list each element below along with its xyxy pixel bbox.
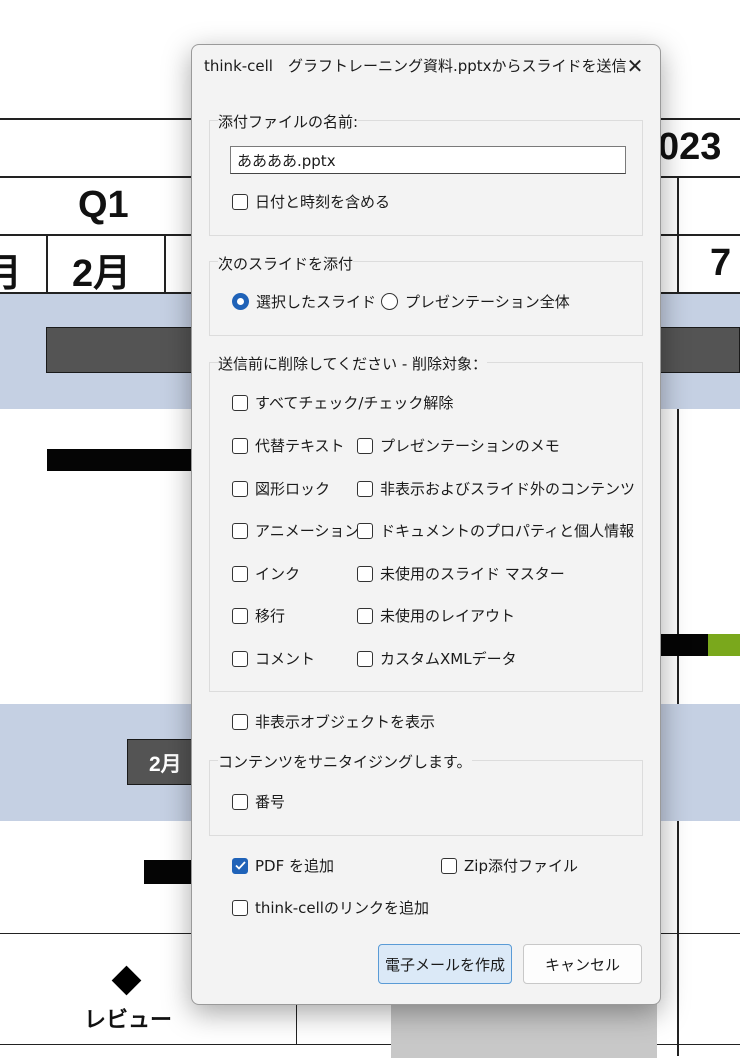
check-all-checkbox[interactable]: すべてチェック/チェック解除 [232,392,453,413]
checkbox-label: 非表示およびスライド外のコンテンツ [380,480,636,498]
checkbox-label: コメント [255,650,316,668]
radio-circle [381,293,398,310]
checkbox-label: アニメーション [255,522,360,540]
checkbox-label: カスタムXMLデータ [380,650,517,668]
bar-label: 2月 [149,753,182,776]
add-link-checkbox[interactable]: think-cellのリンクを追加 [232,897,429,918]
remove-group-label: 送信前に削除してください - 削除対象： [218,353,488,374]
radio-circle [232,293,249,310]
radio-label: プレゼンテーション全体 [405,293,570,311]
shape-lock-checkbox[interactable]: 図形ロック [232,478,330,499]
year-label: 023 [658,126,722,168]
checkbox-label: すべてチェック/チェック解除 [255,394,454,412]
checkbox-box [232,713,248,730]
checkbox-label: 未使用のスライド マスター [380,565,565,583]
checkbox-box [232,650,248,667]
month-label-1: 月 [0,253,23,295]
zip-attach-checkbox[interactable]: Zip添付ファイル [441,855,578,876]
checkbox-label: インク [255,565,301,583]
filename-input[interactable]: ああああ.pptx [230,146,626,174]
checkbox-box [357,650,373,667]
checkbox-box [357,480,373,497]
checkbox-label: プレゼンテーションのメモ [380,437,560,455]
checkbox-box [232,793,248,810]
checkbox-box [232,522,248,539]
checkbox-box [441,857,457,874]
milestone-diamond-icon [111,965,142,996]
include-datetime-checkbox[interactable]: 日付と時刻を含める [232,191,390,212]
radio-selected-slides[interactable]: 選択したスライド [232,291,376,312]
checkbox-label: 移行 [255,607,286,625]
presentation-notes-checkbox[interactable]: プレゼンテーションのメモ [357,435,560,456]
checkbox-label: Zip添付ファイル [464,857,578,875]
send-slides-dialog: think-cell グラフトレーニング資料.pptxからスライドを送信 ✕ 添… [191,44,661,1005]
number-checkbox[interactable]: 番号 [232,791,285,812]
cancel-button[interactable]: キャンセル [523,944,642,984]
animation-checkbox[interactable]: アニメーション [232,520,359,541]
checkbox-label: 未使用のレイアウト [380,607,516,625]
checkbox-box [357,607,373,624]
milestone-label: レビュー [84,1007,173,1032]
checkbox-box [357,522,373,539]
hidden-offslide-checkbox[interactable]: 非表示およびスライド外のコンテンツ [357,478,635,499]
quarter-label: Q1 [78,184,129,226]
doc-properties-checkbox[interactable]: ドキュメントのプロパティと個人情報 [357,520,634,541]
radio-entire-presentation[interactable]: プレゼンテーション全体 [381,291,570,312]
checkbox-box [232,899,248,916]
checkbox-label: 非表示オブジェクトを表示 [255,713,436,731]
checkbox-box [232,437,248,454]
show-hidden-checkbox[interactable]: 非表示オブジェクトを表示 [232,711,435,732]
unused-masters-checkbox[interactable]: 未使用のスライド マスター [357,563,565,584]
month-label-2: 2月 [72,253,132,295]
month-label-7: 7 [710,242,732,284]
checkbox-box [232,480,248,497]
checkmark-icon [232,857,248,874]
checkbox-label: 日付と時刻を含める [255,193,391,211]
checkbox-box [232,607,248,624]
create-email-button[interactable]: 電子メールを作成 [378,944,512,984]
comment-checkbox[interactable]: コメント [232,648,315,669]
alt-text-checkbox[interactable]: 代替テキスト [232,435,345,456]
ink-checkbox[interactable]: インク [232,563,300,584]
unused-layouts-checkbox[interactable]: 未使用のレイアウト [357,605,515,626]
transition-checkbox[interactable]: 移行 [232,605,285,626]
slides-group-label: 次のスライドを添付 [218,253,354,274]
checkbox-label: 番号 [255,793,286,811]
dialog-title: think-cell グラフトレーニング資料.pptxからスライドを送信 [204,57,627,75]
checkbox-box [357,565,373,582]
custom-xml-checkbox[interactable]: カスタムXMLデータ [357,648,517,669]
close-button[interactable]: ✕ [616,51,654,81]
checkbox-label: PDF を追加 [255,857,334,875]
checkbox-label: 代替テキスト [255,437,345,455]
filename-group [209,120,643,236]
checkbox-label: think-cellのリンクを追加 [255,899,429,917]
checkbox-label: ドキュメントのプロパティと個人情報 [380,522,635,540]
checkbox-label: 図形ロック [255,480,331,498]
close-icon: ✕ [626,54,644,78]
add-pdf-checkbox[interactable]: PDF を追加 [232,855,334,876]
checkbox-box [357,437,373,454]
filename-group-label: 添付ファイルの名前: [218,111,359,132]
checkbox-box [232,565,248,582]
radio-label: 選択したスライド [256,293,377,311]
filename-value: ああああ.pptx [237,151,336,170]
checkbox-box [232,394,248,411]
checkbox-box [232,193,248,210]
sanitize-group-label: コンテンツをサニタイジングします。 [218,751,472,772]
